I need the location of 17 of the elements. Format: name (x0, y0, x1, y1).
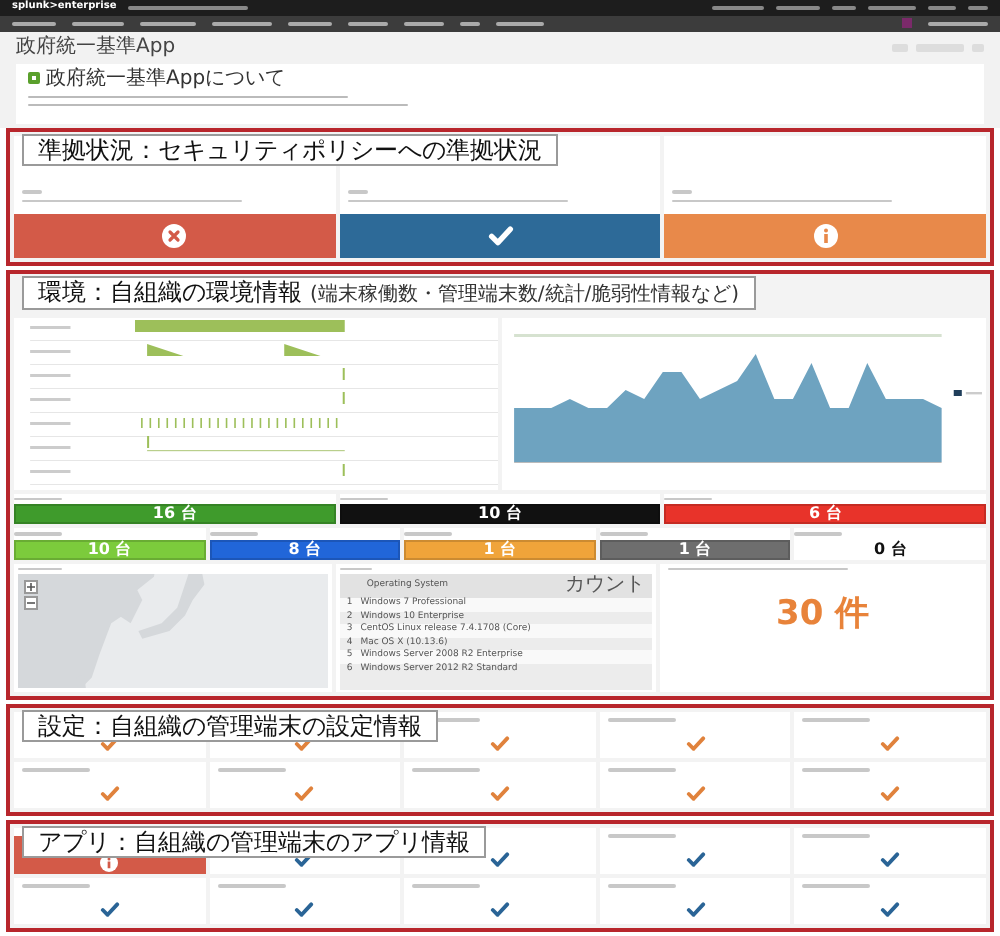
callout-text: 環境：自組織の環境情報 (38, 277, 302, 306)
callout-text: 設定：自組織の管理端末の設定情報 (38, 712, 422, 741)
callout-text: アプリ：自組織の管理端末のアプリ情報 (38, 828, 470, 857)
callout-text: 準拠状況：セキュリティポリシーへの準拠状況 (38, 135, 542, 164)
page-title: 政府統一基準App (16, 35, 176, 60)
device-count: 0 台 (873, 541, 907, 558)
callout-note: (端末稼働数・管理端末数/統計/脆弱性情報など) (310, 281, 740, 308)
device-count: 1 台 (678, 541, 712, 558)
panel-title: 政府統一基準Appについて (46, 67, 286, 90)
device-count: 6 台 (809, 506, 842, 523)
vulnerability-count: 30 件 (776, 592, 870, 637)
column-header[interactable]: カウント (565, 576, 646, 597)
device-count: 10 台 (478, 506, 522, 523)
device-count: 8 台 (288, 541, 322, 558)
device-count: 1 台 (483, 541, 517, 558)
device-count: 16 台 (152, 506, 197, 523)
device-count: 10 台 (87, 541, 132, 558)
